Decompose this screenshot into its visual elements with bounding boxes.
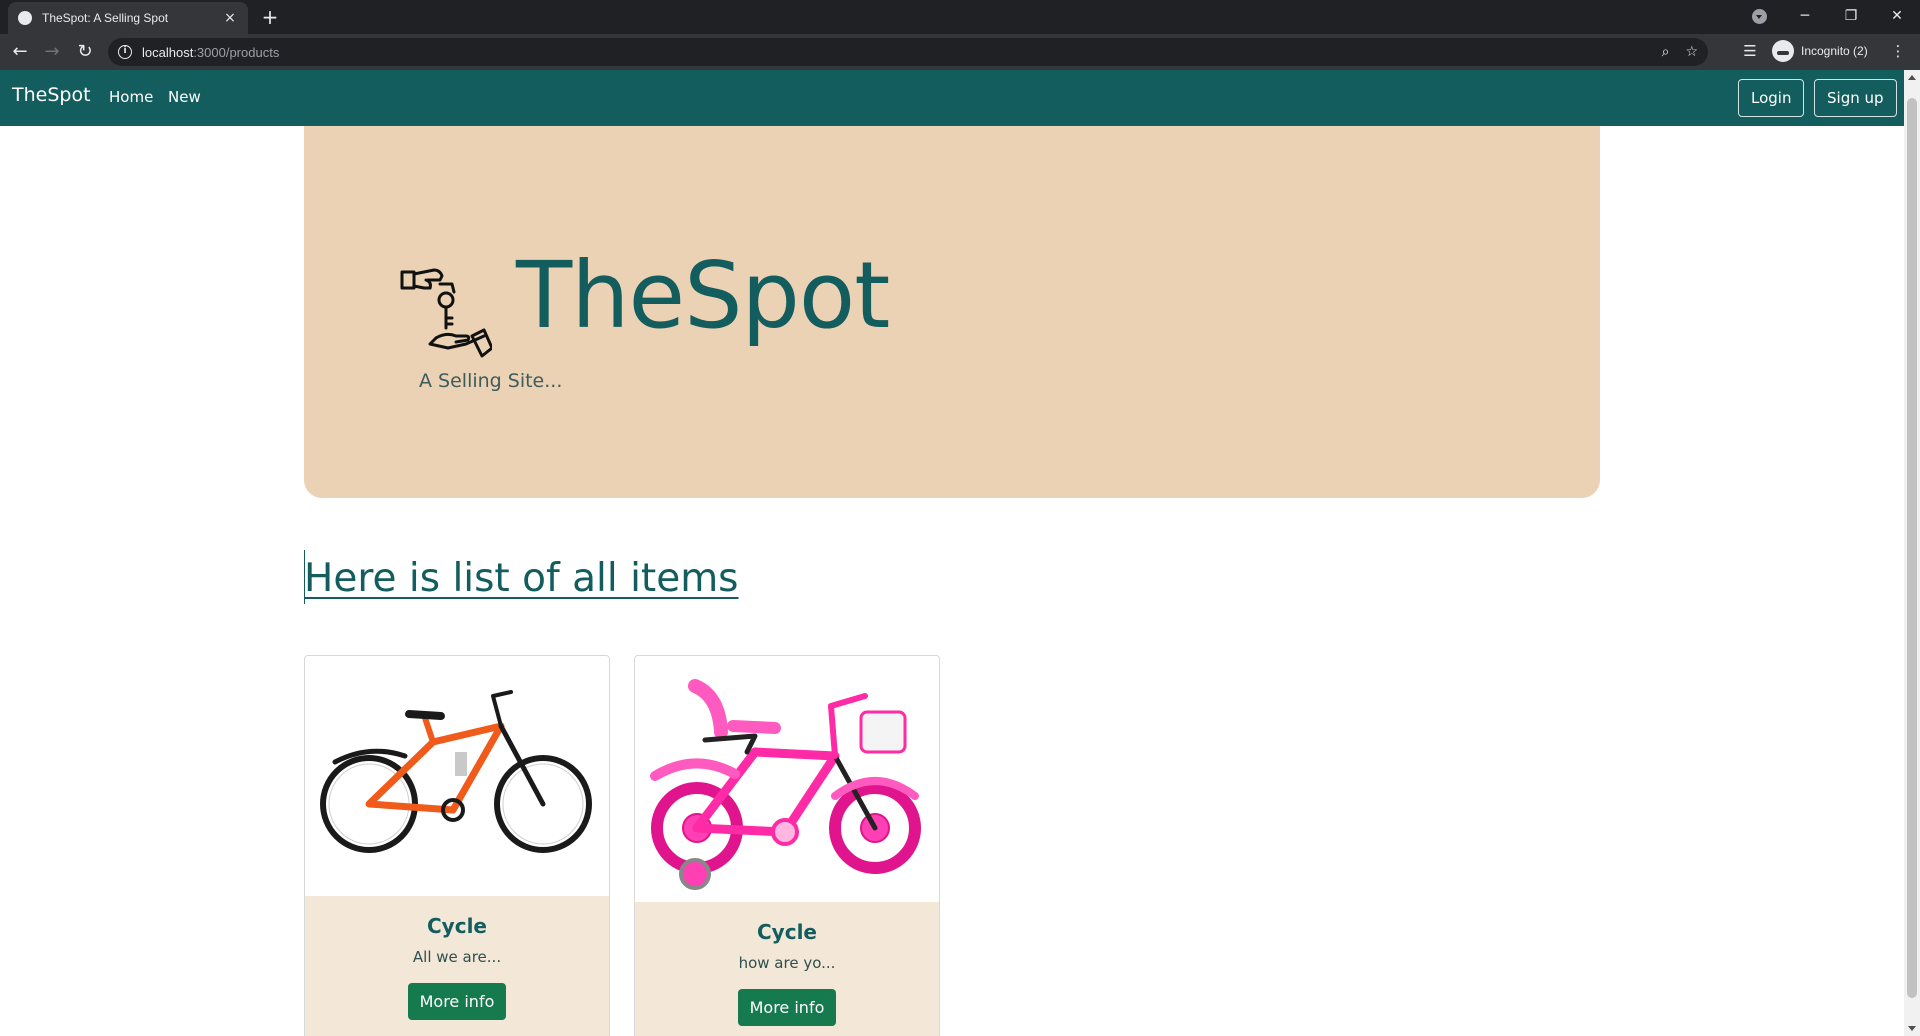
back-icon[interactable]: ← [8, 40, 32, 64]
scrollbar-thumb[interactable] [1907, 98, 1917, 998]
card-description: All we are... [412, 948, 502, 966]
tab-close-icon[interactable]: × [222, 10, 238, 26]
hand-with-key-icon [400, 268, 492, 358]
product-card: Cycle All we are... More info [304, 655, 610, 1036]
login-button[interactable]: Login [1738, 79, 1805, 117]
scroll-up-icon[interactable] [1908, 75, 1916, 80]
minimize-icon[interactable]: ─ [1790, 4, 1820, 28]
profile-label: Incognito (2) [1801, 44, 1868, 58]
nav-link-new[interactable]: New [168, 88, 201, 106]
incognito-icon [1772, 40, 1794, 62]
navbar-brand[interactable]: TheSpot [12, 84, 91, 106]
maximize-icon[interactable]: ❐ [1836, 4, 1866, 28]
nav-link-home[interactable]: Home [109, 88, 153, 106]
forward-icon[interactable]: → [40, 40, 64, 64]
scroll-down-icon[interactable] [1908, 1026, 1916, 1031]
globe-icon [18, 11, 32, 25]
hero-title: TheSpot [516, 242, 890, 349]
card-title: Cycle [757, 920, 817, 944]
new-tab-icon[interactable]: + [258, 6, 282, 30]
pink-kids-bicycle-image [635, 656, 939, 902]
menu-icon[interactable]: ⋮ [1888, 42, 1908, 60]
card-description: how are yo... [738, 954, 836, 972]
profile-button[interactable]: Incognito (2) [1772, 40, 1868, 62]
product-card: Cycle how are yo... More info [634, 655, 940, 1036]
reload-icon[interactable]: ↻ [73, 40, 97, 64]
bookmark-star-icon[interactable]: ☆ [1685, 44, 1698, 60]
page-viewport: TheSpot Home New Login Sign up TheSpot A… [0, 70, 1904, 1036]
page-scrollbar[interactable] [1904, 70, 1920, 1036]
more-info-button[interactable]: More info [737, 989, 837, 1026]
zoom-icon[interactable]: ⌕ [1662, 44, 1670, 60]
hero-subtitle: A Selling Site... [419, 370, 563, 392]
card-body: Cycle All we are... More info [305, 896, 609, 1036]
browser-tab[interactable]: TheSpot: A Selling Spot × [8, 2, 248, 34]
more-info-button[interactable]: More info [407, 983, 507, 1020]
reading-list-icon[interactable]: ☰ [1740, 42, 1760, 60]
tab-title: TheSpot: A Selling Spot [42, 11, 169, 25]
address-bar[interactable]: i localhost:3000/products ⌕ ☆ [108, 38, 1708, 66]
browser-toolbar: ← → ↻ i localhost:3000/products ⌕ ☆ ☰ In… [0, 34, 1920, 70]
browser-tabstrip: TheSpot: A Selling Spot × + ─ ❐ ✕ [0, 0, 1920, 34]
orange-bicycle-image [305, 656, 609, 896]
card-title: Cycle [427, 914, 487, 938]
site-navbar: TheSpot Home New Login Sign up [0, 70, 1904, 126]
close-window-icon[interactable]: ✕ [1882, 4, 1912, 28]
items-list-heading[interactable]: Here is list of all items [304, 556, 739, 601]
signup-button[interactable]: Sign up [1814, 79, 1897, 117]
tab-search-icon[interactable] [1752, 9, 1767, 24]
card-body: Cycle how are yo... More info [635, 902, 939, 1036]
info-icon[interactable]: i [118, 45, 132, 59]
url-text[interactable]: localhost:3000/products [142, 45, 1646, 60]
hero-jumbotron: TheSpot A Selling Site... [304, 126, 1600, 498]
